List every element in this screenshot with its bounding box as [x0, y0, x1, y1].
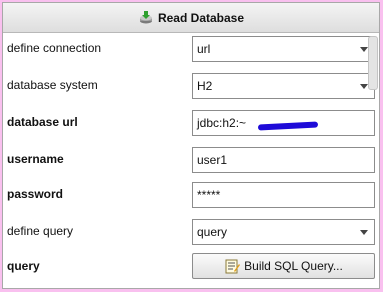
password-value: *****	[197, 188, 221, 202]
database-system-select[interactable]: H2	[192, 73, 375, 99]
database-url-label: database url	[7, 115, 78, 129]
username-value: user1	[197, 153, 228, 167]
username-label: username	[7, 152, 64, 166]
query-label: query	[7, 259, 40, 273]
scrollbar[interactable]	[368, 36, 378, 90]
chevron-down-icon	[360, 230, 368, 235]
define-query-select[interactable]: query	[192, 219, 375, 245]
password-input[interactable]: *****	[192, 182, 375, 208]
panel-title: Read Database	[157, 10, 245, 25]
panel-header: Read Database	[3, 3, 379, 33]
define-query-label: define query	[7, 224, 74, 238]
username-input[interactable]: user1	[192, 147, 375, 173]
build-sql-query-label: Build SQL Query...	[244, 259, 343, 273]
sql-builder-icon	[225, 259, 241, 274]
read-database-panel: Read Database define connection url data…	[2, 2, 380, 289]
define-connection-select[interactable]: url	[192, 36, 375, 62]
chevron-down-icon	[360, 84, 368, 89]
password-label: password	[7, 187, 64, 201]
database-url-value: jdbc:h2:~	[197, 116, 247, 130]
chevron-down-icon	[360, 47, 368, 52]
define-connection-label: define connection	[7, 41, 102, 55]
database-system-value: H2	[197, 79, 213, 93]
define-query-value: query	[197, 225, 228, 239]
database-download-icon	[139, 10, 152, 23]
build-sql-query-button[interactable]: Build SQL Query...	[192, 253, 375, 279]
define-connection-value: url	[197, 42, 211, 56]
database-system-label: database system	[7, 78, 98, 92]
